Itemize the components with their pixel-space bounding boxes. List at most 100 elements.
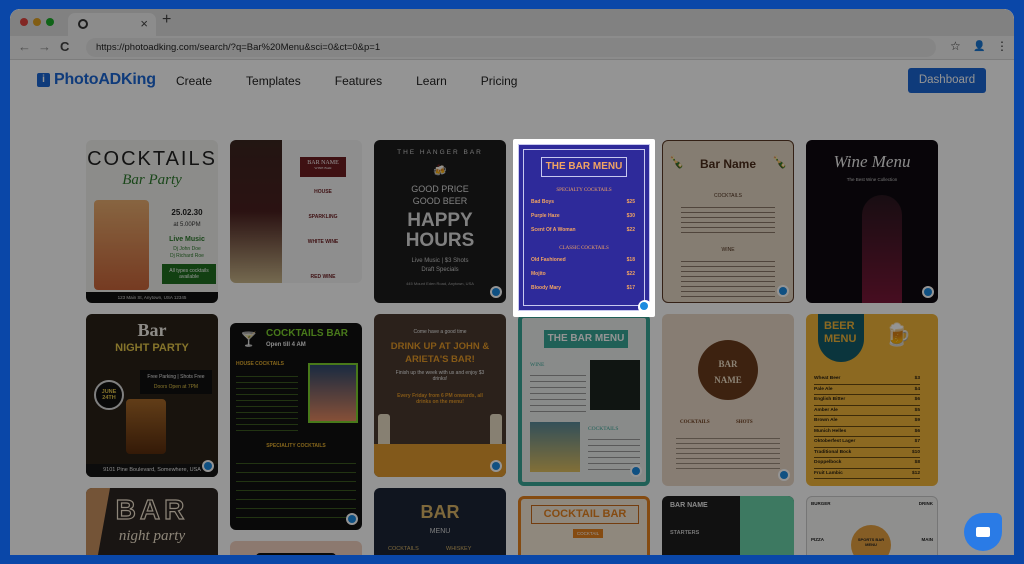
item-price: $8 [914,460,920,465]
menu-item: Bloody Mary $17 [531,285,635,299]
logo[interactable]: i PhotoADKing [37,71,156,89]
section-title: COCKTAILS [588,426,619,432]
bar-name-circle: BAR NAME [698,340,758,400]
template-card[interactable]: COCKTAILS Bar Party 25.02.30 at 5.00PM L… [86,140,218,303]
card-subtitle: Live Music | $3 Shots [411,258,469,264]
template-card[interactable]: BAR NAME COCKTAILS SHOTS [662,314,794,486]
more-menu-icon[interactable]: ⋮ [996,39,1008,53]
template-card[interactable]: BEER MENU 🍺 Wheat Beer $3 Pale Ale $4 English… [806,314,938,486]
card-title: THE BAR MENU [544,330,628,348]
item-name: Old Fashioned [531,257,566,263]
menu-items-specialty: Bad Boys $25 Purple Haze $30 Scent Of A Woma… [531,199,635,241]
page-content: i PhotoADKing Create Templates Features … [10,60,1014,555]
maximize-window-button[interactable] [46,18,54,26]
section-title: WINE [721,247,735,253]
martini-icon: 🍸 [240,331,258,347]
template-card[interactable]: Come have a good time DRINK UP AT JOHN &… [374,314,506,477]
card-footer-band [374,444,506,477]
template-card[interactable]: THE HANGER BAR 🍻 GOOD PRICE GOOD BEER HA… [374,140,506,303]
card-line: GOOD BEER [412,196,468,206]
logo-icon: i [37,73,50,87]
close-tab-icon[interactable]: × [140,16,148,31]
template-card[interactable]: Bar Name 🍾 🍾 COCKTAILS WINE [662,140,794,303]
close-window-button[interactable] [20,18,28,26]
card-title: HOURS [405,230,475,251]
beer-list-item: Munich Helles $6 [814,427,920,437]
profile-icon[interactable]: 👤 [973,41,985,52]
premium-icon [490,460,502,472]
item-price: $5 [914,407,920,413]
menu-item: Mojito $22 [531,271,635,285]
dashboard-button[interactable]: Dashboard [908,68,986,93]
premium-icon [777,285,789,297]
url-input[interactable]: https://photoadking.com/search/?q=Bar%20… [86,38,936,57]
template-card[interactable]: COCKTAIL BAR COCKTAIL [518,496,650,555]
nav-features[interactable]: Features [335,74,382,88]
menu-item: Old Fashioned $18 [531,257,635,271]
event-date: 25.02.30 [171,208,203,217]
card-title: NAME [714,375,742,385]
template-card[interactable]: BAR NAME WINE BAR HOUSE SPARKLING WHITE W… [230,140,362,283]
card-tagline: Come have a good time [413,329,467,335]
nav-create[interactable]: Create [176,74,212,88]
nav-templates[interactable]: Templates [246,74,301,88]
item-price: $12 [911,470,920,476]
woman-illustration [862,195,902,303]
item-price: $10 [911,449,920,455]
template-card[interactable]: BAR NAME STARTERS [662,496,794,555]
bottle-icon [378,414,390,444]
section-title: HOUSE COCKTAILS [236,361,284,367]
item-name: Scent Of A Woman [531,227,576,233]
section-title: SPARKLING [308,214,338,220]
new-tab-button[interactable]: + [162,11,171,29]
reload-icon[interactable]: C [60,39,69,54]
template-card[interactable]: YOUR BAR NAME [230,541,362,555]
menu-list [530,370,586,414]
menu-list [236,371,298,433]
bookmark-star-icon[interactable]: ☆ [950,39,961,53]
card-title: COCKTAILS BAR [266,328,349,339]
card-title: DRINK UP AT JOHN & ARIETA'S BAR! [390,341,490,365]
beer-list-item: English Bitter $6 [814,395,920,406]
template-card[interactable]: BAR night party [86,488,218,555]
nav-pricing[interactable]: Pricing [481,74,518,88]
template-card[interactable]: BURGER DRINK SPORTS BAR MENU PIZZA MAIN [806,496,938,555]
card-title: MENU [824,333,857,345]
section-title: PIZZA [811,537,824,542]
section-title: WINE [530,362,545,368]
event-time: at 5.00PM [173,222,201,228]
template-card[interactable]: Wine Menu The Best Wine Collection [806,140,938,303]
card-title: COCKTAILS [87,148,217,170]
section-title: HOUSE [314,189,332,195]
nav-learn[interactable]: Learn [416,74,447,88]
item-name: Bad Boys [531,199,555,205]
back-icon[interactable]: ← [18,39,31,54]
beer-list-item: Wheat Beer $3 [814,374,920,385]
template-card[interactable]: Bar NIGHT PARTY JUNE 24TH Free Parking | … [86,314,218,477]
template-card[interactable]: THE BAR MENU WINE COCKTAILS [518,314,650,486]
menu-item: Bad Boys $25 [531,199,635,213]
menu-list [681,203,775,233]
forward-icon[interactable]: → [38,39,51,54]
highlighted-template-card[interactable]: THE BAR MENU SPECIALTY COCKTAILS Bad Boy… [513,139,655,317]
item-price: $9 [914,418,920,423]
template-card[interactable]: BAR MENU COCKTAILS WHISKEY [374,488,506,555]
info-line: Doors Open at 7PM [153,384,199,390]
section-title: COCKTAILS [714,193,742,199]
bottle-icon: 🍾 [669,155,684,169]
template-card[interactable]: 🍸 COCKTAILS BAR Open till 4 AM HOUSE COC… [230,323,362,530]
chat-button[interactable] [964,513,1002,551]
item-price: $22 [626,227,635,233]
card-subtitle: WINE BAR [314,166,332,170]
browser-tab[interactable]: × [68,13,156,36]
minimize-window-button[interactable] [33,18,41,26]
item-name: Munich Helles [814,428,847,434]
section-title: RED WINE [310,274,336,280]
card-title: BEER [824,320,855,332]
card-title: BAR NAME [670,502,708,509]
section-title: DRINK [918,501,933,506]
info-box: Free Parking | Shots Free Doors Open at 7… [140,370,212,394]
card-title: Bar [137,320,167,340]
favicon-icon [78,19,88,29]
bar-name-box: BAR NAME WINE BAR [300,157,346,177]
